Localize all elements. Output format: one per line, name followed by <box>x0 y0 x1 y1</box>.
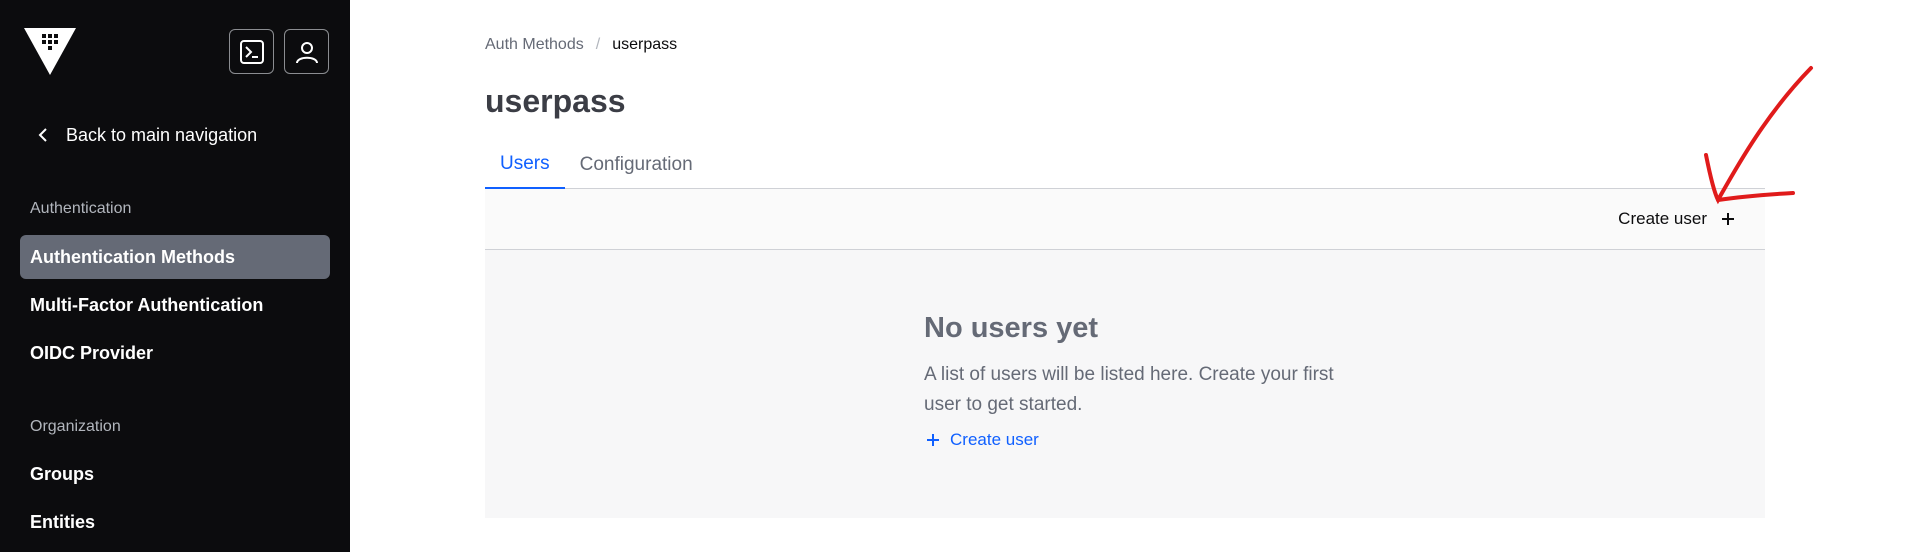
chevron-left-icon <box>38 128 47 142</box>
create-user-button-label: Create user <box>1618 209 1707 228</box>
section-title-organization: Organization <box>30 418 121 435</box>
tab-users[interactable]: Users <box>485 140 565 190</box>
tabs: Users Configuration <box>485 140 1765 190</box>
user-icon <box>295 41 318 63</box>
empty-state-message: A list of users will be listed here. Cre… <box>924 364 1334 415</box>
sidebar-item-entities[interactable]: Entities <box>20 500 330 544</box>
console-icon <box>239 39 264 64</box>
tab-configuration[interactable]: Configuration <box>565 140 708 189</box>
user-menu-button[interactable] <box>284 29 329 74</box>
empty-state: No users yet A list of users will be lis… <box>485 250 1765 518</box>
sidebar-item-authentication-methods[interactable]: Authentication Methods <box>20 235 330 279</box>
breadcrumb-current: userpass <box>612 36 678 53</box>
empty-state-title: No users yet <box>924 312 1099 344</box>
back-nav-label: Back to main navigation <box>66 124 258 145</box>
empty-state-create-user-link[interactable]: Create user <box>926 430 1039 450</box>
toolbar: Create user <box>485 189 1765 250</box>
sidebar-item-multi-factor-authentication[interactable]: Multi-Factor Authentication <box>20 283 330 327</box>
breadcrumb-auth-methods[interactable]: Auth Methods <box>485 36 584 54</box>
sidebar-item-oidc-provider[interactable]: OIDC Provider <box>20 331 330 375</box>
vault-logo[interactable] <box>24 24 76 76</box>
create-user-button[interactable]: Create user <box>1618 209 1735 229</box>
plus-icon <box>927 434 939 446</box>
main-content: Auth Methods / userpass userpass Users C… <box>350 0 1912 552</box>
console-button[interactable] <box>229 29 274 74</box>
sidebar: Back to main navigation Authentication A… <box>0 0 350 552</box>
plus-icon <box>1722 213 1734 225</box>
section-title-authentication: Authentication <box>30 200 132 217</box>
breadcrumb-separator: / <box>595 36 601 53</box>
sidebar-item-groups[interactable]: Groups <box>20 452 330 496</box>
empty-state-link-label: Create user <box>950 430 1039 449</box>
breadcrumb: Auth Methods / userpass <box>485 36 677 54</box>
page-title: userpass <box>485 83 626 119</box>
back-to-main-navigation[interactable]: Back to main navigation <box>38 121 257 149</box>
